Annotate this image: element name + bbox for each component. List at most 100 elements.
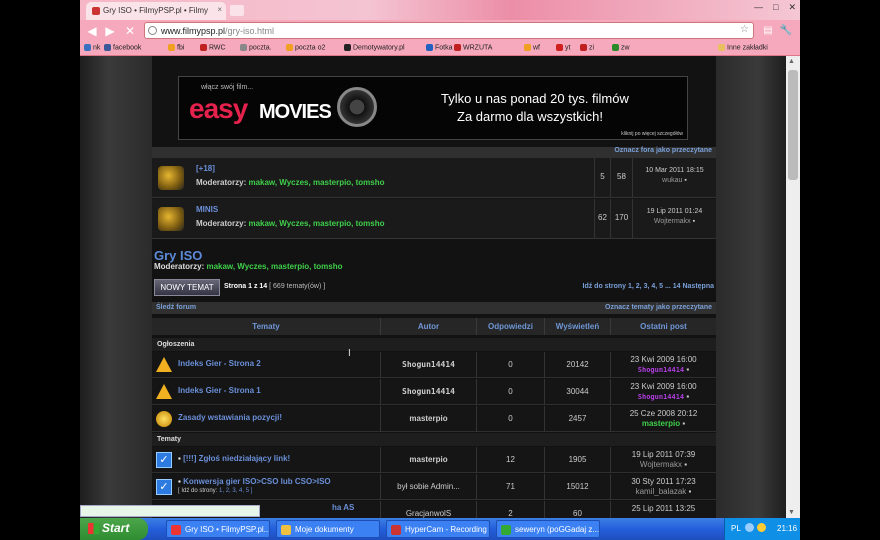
last-post-user[interactable]: Wojtermakx <box>654 218 691 225</box>
bookmark-item[interactable]: poczta o2 <box>286 44 325 51</box>
page-label: Strona 1 z 14 <box>224 283 268 290</box>
wrench-icon[interactable]: 🔧 <box>778 23 794 39</box>
tray-app-icon[interactable] <box>757 523 766 532</box>
task-button[interactable]: HyperCam - Recording <box>386 520 490 538</box>
close-tab-icon[interactable]: × <box>217 5 222 14</box>
banner-easy: easy <box>189 93 248 124</box>
new-topic-button[interactable]: NOWY TEMAT <box>154 279 220 296</box>
moderators-list[interactable]: makaw, Wyczes, masterpio, tomsho <box>206 262 342 271</box>
last-post-user[interactable]: masterpio <box>642 419 680 428</box>
topic-author[interactable]: masterpio <box>380 447 476 473</box>
bookmark-item[interactable]: facebook <box>104 44 141 51</box>
scroll-thumb[interactable] <box>788 70 798 180</box>
language-indicator[interactable]: PL <box>731 524 741 533</box>
watch-forum-link[interactable]: Śledź forum <box>156 304 196 311</box>
topic-title[interactable]: ▪ [!!!] Zgłoś niedziałający link! <box>178 454 290 463</box>
last-post-user[interactable]: Wojtermakx <box>640 460 682 469</box>
start-button[interactable]: Start <box>80 518 148 540</box>
mark-topics-read-link[interactable]: Oznacz tematy jako przeczytane <box>605 304 712 311</box>
pagination[interactable]: Idź do strony 1, 2, 3, 4, 5 ... 14 Nastę… <box>583 283 715 290</box>
table-row: ✓ ▪ [!!!] Zgłoś niedziałający link! mast… <box>152 447 716 473</box>
bookmark-item[interactable]: zi <box>580 44 594 51</box>
view-latest-icon[interactable]: ▪ <box>693 218 695 225</box>
easymovies-banner[interactable]: włącz swój film... easy MOVIES Tylko u n… <box>178 76 688 140</box>
other-bookmarks[interactable]: Inne zakładki <box>718 44 768 51</box>
bookmark-icon <box>200 44 207 51</box>
back-icon[interactable]: ◀ <box>84 23 100 39</box>
banner-small-text: włącz swój film... <box>201 84 254 91</box>
title-bar: Gry ISO • FilmyPSP.pl • Filmy × — □ ✕ <box>80 0 800 20</box>
bookmark-item[interactable]: nk <box>84 44 100 51</box>
new-tab-button[interactable] <box>230 5 244 16</box>
film-reel-icon <box>337 87 377 127</box>
web-page: włącz swój film... easy MOVIES Tylko u n… <box>80 56 786 518</box>
table-row: ✓ ▪ Konwersja gier ISO>CSO lub CSO>ISO [… <box>152 474 716 500</box>
topic-title[interactable]: ▪ Konwersja gier ISO>CSO lub CSO>ISO <box>178 477 331 486</box>
view-latest-icon[interactable]: ▪ <box>684 177 686 184</box>
topic-actions-bar: Śledź forum Oznacz tematy jako przeczyta… <box>152 302 716 314</box>
left-decoration <box>80 56 152 518</box>
maximize-icon[interactable]: □ <box>773 2 778 13</box>
address-bar[interactable]: www.filmypsp.pl/gry-iso.html ☆ <box>144 22 754 39</box>
forum-name[interactable]: MINIS <box>196 205 218 214</box>
vertical-scrollbar[interactable]: ▲ ▼ <box>786 56 800 518</box>
view-latest-icon[interactable]: ▪ <box>686 392 689 401</box>
bookmark-item[interactable]: yt <box>556 44 570 51</box>
clock[interactable]: 21:16 <box>777 524 797 533</box>
view-latest-icon[interactable]: ▪ <box>689 487 692 496</box>
bookmark-item[interactable]: wf <box>524 44 540 51</box>
bookmark-item[interactable]: zw <box>612 44 630 51</box>
bookmark-item[interactable]: WRZUTA <box>454 44 492 51</box>
tray-app-icon[interactable] <box>745 523 754 532</box>
hypercam-icon <box>391 525 401 535</box>
task-button[interactable]: Moje dokumenty <box>276 520 380 538</box>
bookmark-item[interactable]: Demotywatory.pl <box>344 44 405 51</box>
topic-author[interactable]: Shogun14414 <box>380 352 476 378</box>
task-button[interactable]: seweryn (poGGadaj z... <box>496 520 600 538</box>
forums-bar: Oznacz fora jako przeczytane <box>152 147 716 158</box>
topic-author[interactable]: masterpio <box>380 406 476 432</box>
bookmark-item[interactable]: fbi <box>168 44 184 51</box>
page-menu-icon[interactable]: ▤ <box>760 23 776 39</box>
task-label: HyperCam - Recording <box>405 525 487 534</box>
topic-title[interactable]: Indeks Gier - Strona 1 <box>178 386 261 395</box>
bookmark-item[interactable]: poczta. <box>240 44 272 51</box>
bookmark-item[interactable]: Fotka <box>426 44 453 51</box>
last-post-user[interactable]: Shogun14414 <box>638 366 684 374</box>
last-post-user[interactable]: Shogun14414 <box>638 393 684 401</box>
browser-tab[interactable]: Gry ISO • FilmyPSP.pl • Filmy × <box>86 2 226 20</box>
topic-title[interactable]: Indeks Gier - Strona 2 <box>178 359 261 368</box>
section-title[interactable]: Gry ISO <box>154 248 202 263</box>
task-button[interactable]: Gry ISO • FilmyPSP.pl... <box>166 520 270 538</box>
topic-author[interactable]: był sobie Admin... <box>380 474 476 500</box>
topic-author[interactable]: GracjanwolS <box>380 501 476 518</box>
forward-icon[interactable]: ▶ <box>102 23 118 39</box>
topic-title[interactable]: Zasady wstawiania pozycji! <box>178 413 282 422</box>
task-label: Gry ISO • FilmyPSP.pl... <box>185 525 270 534</box>
section-topics: Tematy <box>152 433 716 446</box>
scroll-down-icon[interactable]: ▼ <box>788 509 795 516</box>
mark-forums-read-link[interactable]: Oznacz fora jako przeczytane <box>614 147 712 154</box>
forum-posts: 170 <box>610 199 632 239</box>
moderators-list[interactable]: makaw, Wyczes, masterpio, tomsho <box>248 219 384 228</box>
view-latest-icon[interactable]: ▪ <box>682 419 685 428</box>
topic-title[interactable]: ha AS <box>332 503 354 512</box>
bookmark-icon <box>580 44 587 51</box>
topic-author[interactable]: Shogun14414 <box>380 379 476 405</box>
moderators-list[interactable]: makaw, Wyczes, masterpio, tomsho <box>248 178 384 187</box>
stop-icon[interactable]: ✕ <box>122 23 138 39</box>
nav-bar: ◀ ▶ ✕ www.filmypsp.pl/gry-iso.html ☆ ▤ 🔧 <box>80 20 800 42</box>
view-latest-icon[interactable]: ▪ <box>686 365 689 374</box>
bookmark-item[interactable]: RWC <box>200 44 226 51</box>
bookmark-star-icon[interactable]: ☆ <box>740 24 749 35</box>
forum-name[interactable]: [+18] <box>196 164 215 173</box>
last-post-date: 19 Lip 2011 01:24 <box>646 208 703 215</box>
close-window-icon[interactable]: ✕ <box>788 2 796 13</box>
section-announcements: Ogłoszenia <box>152 338 716 351</box>
last-post-user[interactable]: wukau <box>662 177 682 184</box>
minimize-icon[interactable]: — <box>754 2 763 13</box>
view-latest-icon[interactable]: ▪ <box>684 460 687 469</box>
topic-page-links[interactable]: 1, 2, 3, 4, 5 ] <box>219 488 252 494</box>
scroll-up-icon[interactable]: ▲ <box>788 58 795 65</box>
last-post-user[interactable]: kamil_balazak <box>636 487 687 496</box>
